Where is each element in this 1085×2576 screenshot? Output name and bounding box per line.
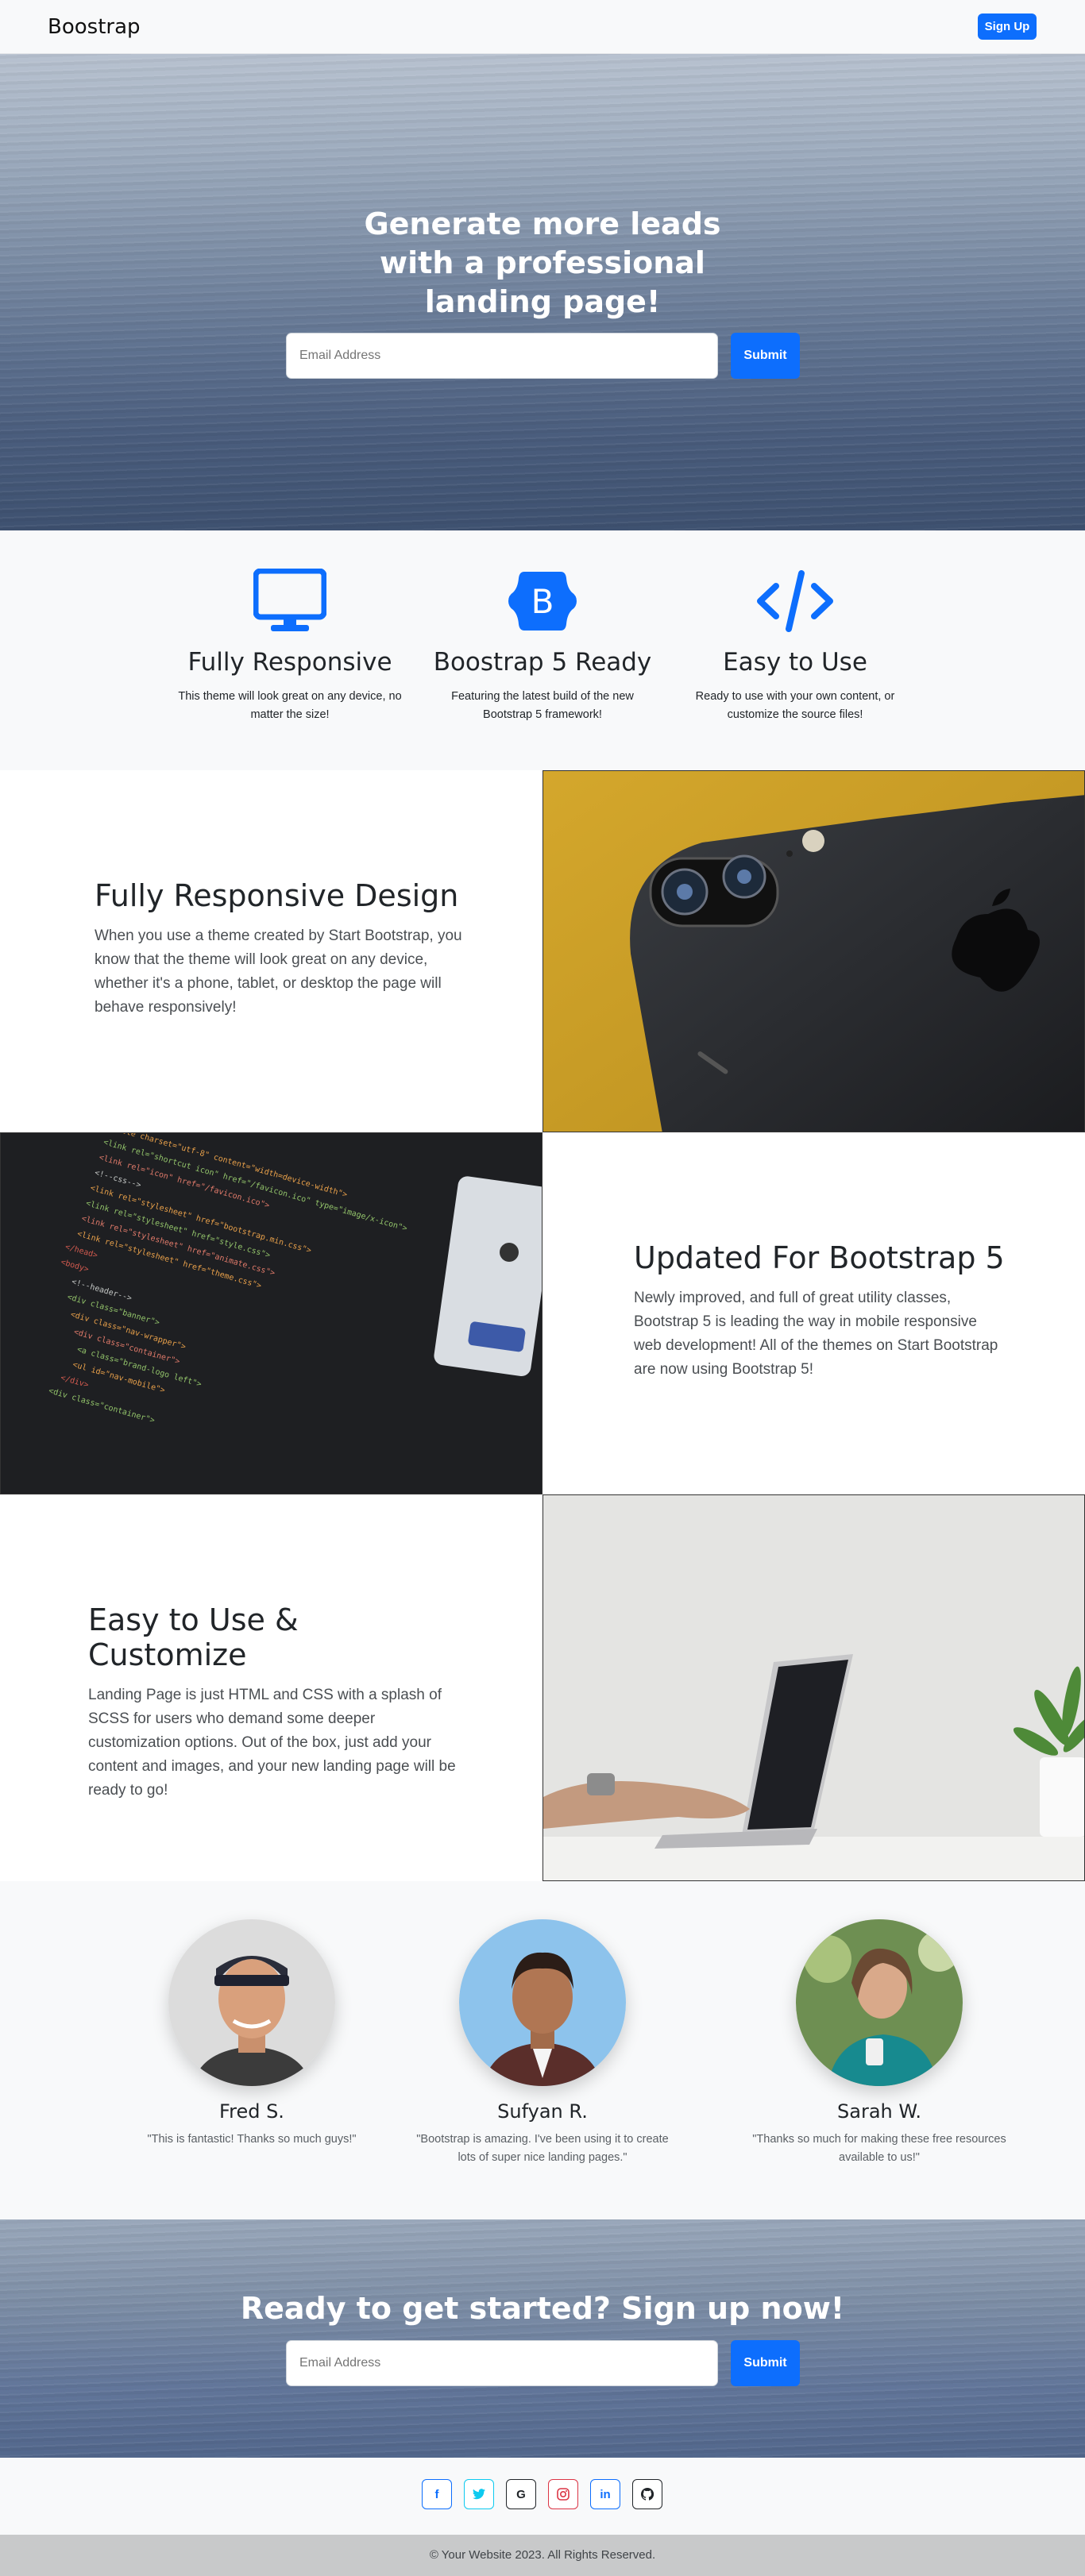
testimonial-item: Sufyan R. "Bootstrap is amazing. I've be… (415, 1919, 670, 2167)
testimonials-section: Fred S. "This is fantastic! Thanks so mu… (0, 1881, 1085, 2219)
twitter-glyph (473, 2489, 485, 2500)
copyright-text: © Your Website 2023. All Rights Reserved… (429, 2548, 656, 2562)
feature-title: Boostrap 5 Ready (433, 648, 652, 677)
google-glyph: G (516, 2487, 526, 2501)
features-section: Fully Responsive This theme will look gr… (0, 530, 1085, 770)
hero-section: Generate more leads with a professional … (0, 54, 1085, 530)
cta-title: Ready to get started? Sign up now! (240, 2291, 845, 2326)
brand-logo[interactable]: Boostrap (48, 15, 141, 39)
code-icon (680, 569, 910, 634)
cta-submit-button[interactable]: Submit (731, 2340, 800, 2386)
showcase-row: Easy to Use & Customize Landing Page is … (0, 1494, 1085, 1881)
avatar (459, 1919, 626, 2086)
footer: © Your Website 2023. All Rights Reserved… (0, 2535, 1085, 2576)
twitter-icon[interactable] (464, 2479, 494, 2509)
showcase-text: Updated For Bootstrap 5 Newly improved, … (634, 1240, 1007, 1382)
feature-text: Ready to use with your own content, or c… (695, 690, 895, 721)
navbar: Boostrap Sign Up (0, 0, 1085, 54)
showcase-text: Easy to Use & Customize Landing Page is … (88, 1602, 461, 1803)
feature-item: Fully Responsive This theme will look gr… (175, 569, 405, 724)
phone-photo (542, 770, 1085, 1132)
facebook-glyph: f (434, 2487, 439, 2501)
testimonial-item: Fred S. "This is fantastic! Thanks so mu… (125, 1919, 379, 2149)
feature-title: Easy to Use (723, 648, 867, 677)
testimonial-name: Fred S. (219, 2100, 284, 2123)
code-photo: <html> <meta> <title charset="utf-8" con… (0, 1132, 542, 1494)
avatar (168, 1919, 335, 2086)
showcase-body: Newly improved, and full of great utilit… (634, 1290, 998, 1378)
showcase-text: Fully Responsive Design When you use a t… (95, 878, 468, 1020)
monitor-icon (175, 569, 405, 634)
feature-item: Easy to Use Ready to use with your own c… (680, 569, 910, 724)
google-icon[interactable]: G (506, 2479, 536, 2509)
feature-text: This theme will look great on any device… (178, 690, 402, 721)
testimonial-quote: "This is fantastic! Thanks so much guys!… (147, 2133, 357, 2146)
instagram-icon[interactable] (548, 2479, 578, 2509)
cta-email-input[interactable] (286, 2340, 718, 2386)
github-glyph (641, 2488, 654, 2501)
ocean-background (0, 2219, 1085, 2458)
signup-button[interactable]: Sign Up (978, 13, 1037, 40)
testimonial-name: Sufyan R. (497, 2100, 588, 2123)
hero-submit-button[interactable]: Submit (731, 333, 800, 379)
github-icon[interactable] (632, 2479, 662, 2509)
testimonial-quote: "Bootstrap is amazing. I've been using i… (416, 2133, 669, 2164)
linkedin-glyph: in (600, 2487, 611, 2501)
showcase-row: Fully Responsive Design When you use a t… (0, 770, 1085, 1132)
social-links: f G in (0, 2458, 1085, 2535)
testimonial-name: Sarah W. (837, 2100, 921, 2123)
hero-title: Generate more leads with a professional … (364, 206, 721, 319)
cta-section: Ready to get started? Sign up now! Submi… (0, 2219, 1085, 2458)
showcase-title: Easy to Use & Customize (88, 1602, 299, 1672)
showcase-body: When you use a theme created by Start Bo… (95, 927, 462, 1016)
bootstrap-icon: B (427, 569, 658, 634)
showcase-body: Landing Page is just HTML and CSS with a… (88, 1687, 456, 1799)
hero-email-input[interactable] (286, 333, 718, 379)
showcase-title: Fully Responsive Design (95, 878, 459, 913)
testimonial-quote: "Thanks so much for making these free re… (752, 2133, 1006, 2164)
linkedin-icon[interactable]: in (590, 2479, 620, 2509)
showcase-title: Updated For Bootstrap 5 (634, 1240, 1005, 1275)
avatar (796, 1919, 963, 2086)
svg-text:B: B (531, 582, 554, 621)
showcase-row: <html> <meta> <title charset="utf-8" con… (0, 1132, 1085, 1494)
instagram-glyph (557, 2488, 570, 2501)
laptop-photo (542, 1494, 1085, 1881)
testimonial-item: Sarah W. "Thanks so much for making thes… (752, 1919, 1006, 2167)
feature-text: Featuring the latest build of the new Bo… (451, 690, 634, 721)
feature-item: B Boostrap 5 Ready Featuring the latest … (427, 569, 658, 724)
feature-title: Fully Responsive (187, 648, 392, 677)
facebook-icon[interactable]: f (422, 2479, 452, 2509)
